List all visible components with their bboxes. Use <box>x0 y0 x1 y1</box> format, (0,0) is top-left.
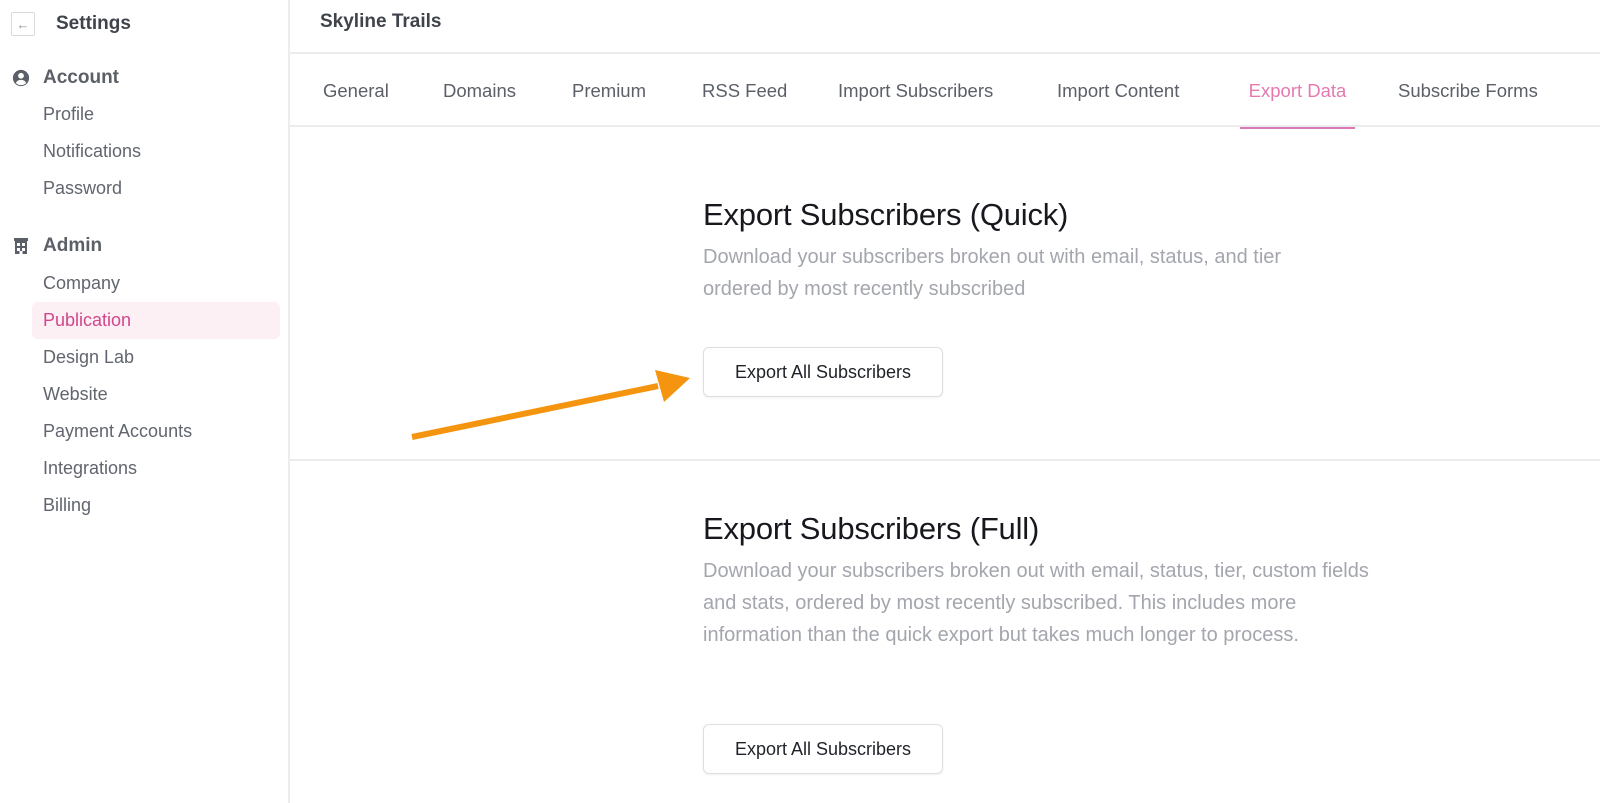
sidebar-item-label: Publication <box>43 310 132 330</box>
tab-label: Domains <box>443 79 516 101</box>
sidebar-item-label: Payment Accounts <box>43 421 193 441</box>
app-root: ← Settings Account Profile Notifications… <box>0 0 1600 803</box>
sidebar-item-label: Profile <box>43 104 95 124</box>
quick-export-heading: Export Subscribers (Quick) <box>703 197 1069 232</box>
quick-export-description: Download your subscribers broken out wit… <box>703 246 1282 300</box>
tab-label: Export Data <box>1248 79 1347 101</box>
user-circle-icon <box>11 68 31 88</box>
sidebar-item-website[interactable]: Website <box>32 376 280 413</box>
full-export-section: Export Subscribers (Full) Download your … <box>290 461 1600 803</box>
sidebar-item-label: Website <box>43 384 108 404</box>
sidebar-item-password[interactable]: Password <box>32 170 280 207</box>
sidebar-item-label: Billing <box>43 495 92 515</box>
sidebar-item-payment-accounts[interactable]: Payment Accounts <box>32 413 280 450</box>
sidebar-item-label: Design Lab <box>43 347 135 367</box>
sidebar-item-company[interactable]: Company <box>32 265 280 302</box>
back-button[interactable]: ← <box>11 12 35 36</box>
tab-label: General <box>323 79 389 101</box>
tab-import-content[interactable]: Import Content <box>1051 54 1185 127</box>
sidebar-item-design-lab[interactable]: Design Lab <box>32 339 280 376</box>
tab-label: RSS Feed <box>702 79 788 101</box>
tab-label: Import Subscribers <box>838 79 994 101</box>
tab-domains[interactable]: Domains <box>437 54 522 127</box>
sidebar-section-label: Account <box>43 67 119 88</box>
sidebar-item-profile[interactable]: Profile <box>32 96 280 133</box>
tab-label: Subscribe Forms <box>1398 79 1538 101</box>
sidebar-section-label: Admin <box>43 235 103 256</box>
sidebar-section-account: Account <box>11 67 119 89</box>
building-icon <box>11 236 31 256</box>
tab-general[interactable]: General <box>317 54 395 127</box>
tab-label: Premium <box>572 79 647 101</box>
sidebar-item-label: Password <box>43 178 123 198</box>
arrow-left-icon: ← <box>16 16 30 32</box>
sidebar-item-publication[interactable]: Publication <box>32 302 280 339</box>
tab-subscribe-forms[interactable]: Subscribe Forms <box>1392 54 1544 127</box>
tab-import-subscribers[interactable]: Import Subscribers <box>832 54 999 127</box>
sidebar-item-label: Integrations <box>43 458 138 478</box>
tab-premium[interactable]: Premium <box>566 54 652 127</box>
sidebar-section-admin: Admin <box>11 235 102 257</box>
export-full-button[interactable]: Export All Subscribers <box>703 724 943 774</box>
sidebar-item-billing[interactable]: Billing <box>32 487 280 524</box>
publication-title: Skyline Trails <box>320 11 442 32</box>
sidebar-item-notifications[interactable]: Notifications <box>32 133 280 170</box>
full-export-description: Download your subscribers broken out wit… <box>703 560 1369 646</box>
tab-rss-feed[interactable]: RSS Feed <box>696 54 793 127</box>
sidebar-item-label: Company <box>43 273 121 293</box>
top-bar: Skyline Trails <box>290 0 1600 54</box>
quick-export-section: Export Subscribers (Quick) Download your… <box>290 127 1600 460</box>
main-content: Skyline Trails General Domains Premium R… <box>290 0 1600 803</box>
settings-tabs: General Domains Premium RSS Feed Import … <box>290 54 1600 129</box>
sidebar-title: Settings <box>56 13 131 34</box>
sidebar: ← Settings Account Profile Notifications… <box>0 0 290 803</box>
export-quick-button[interactable]: Export All Subscribers <box>703 347 943 397</box>
tab-label: Import Content <box>1057 79 1180 101</box>
full-export-heading: Export Subscribers (Full) <box>703 511 1040 546</box>
sidebar-item-label: Notifications <box>43 141 142 161</box>
sidebar-header: ← Settings <box>11 12 131 36</box>
sidebar-item-integrations[interactable]: Integrations <box>32 450 280 487</box>
tab-export-data[interactable]: Export Data <box>1240 54 1355 129</box>
